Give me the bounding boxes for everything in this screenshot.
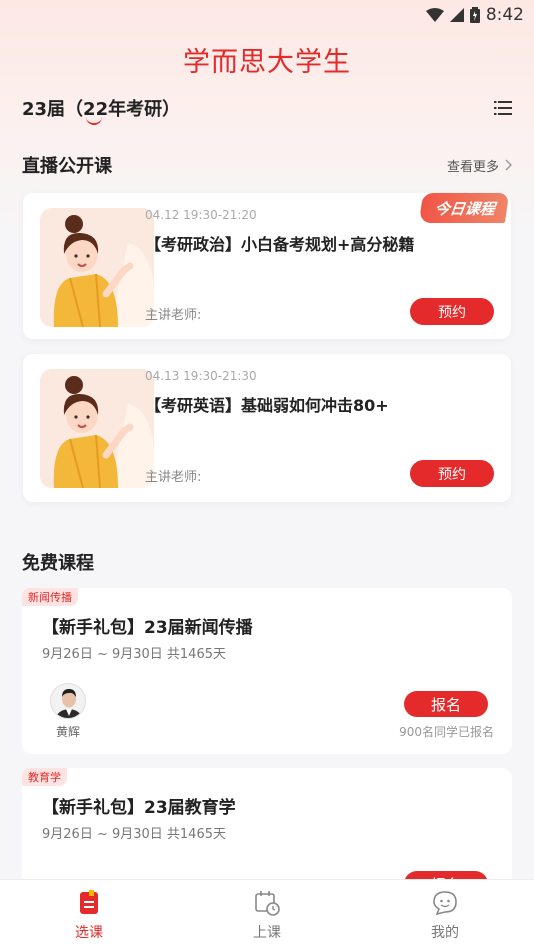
live-section-title: 直播公开课 — [22, 156, 112, 177]
live-course-title: 【考研英语】基础弱如何冲击80+ — [145, 396, 389, 415]
chevron-right-icon — [505, 159, 512, 171]
course-select-icon — [80, 890, 98, 914]
nav-label: 选课 — [75, 925, 103, 941]
nav-tab-mine[interactable]: 我的 — [385, 880, 505, 942]
free-course-title: 【新手礼包】23届教育学 — [42, 798, 236, 818]
chat-face-icon — [433, 891, 457, 916]
nav-label: 上课 — [253, 925, 281, 941]
live-course-time: 04.13 19:30-21:30 — [145, 369, 257, 383]
live-section-header: 直播公开课 查看更多 — [22, 152, 512, 178]
wifi-icon — [425, 8, 444, 22]
free-course-date: 9月26日 ~ 9月30日 共1465天 — [42, 647, 226, 662]
category-tag: 新闻传播 — [22, 588, 78, 606]
live-course-title: 【考研政治】小白备考规划+高分秘籍 — [145, 235, 415, 254]
teacher-name: 黄辉 — [56, 725, 81, 739]
avatar — [50, 683, 86, 719]
live-course-time: 04.12 19:30-21:20 — [145, 208, 257, 222]
nav-tab-course-select[interactable]: 选课 — [29, 880, 149, 942]
teacher-label: 主讲老师: — [145, 308, 202, 323]
signal-icon — [449, 8, 464, 22]
category-tag: 教育学 — [22, 768, 67, 786]
free-section-title: 免费课程 — [22, 553, 94, 574]
calendar-clock-icon — [255, 891, 280, 916]
teacher-illustration — [40, 369, 154, 488]
see-more-label: 查看更多 — [446, 159, 499, 175]
menu-icon[interactable] — [494, 100, 512, 116]
teacher-illustration — [40, 208, 154, 327]
free-course-card[interactable]: 新闻传播 【新手礼包】23届新闻传播 9月26日 ~ 9月30日 共1465天 … — [22, 588, 512, 754]
free-section-header: 免费课程 — [22, 549, 512, 575]
free-course-title: 【新手礼包】23届新闻传播 — [42, 618, 253, 638]
battery-icon — [469, 7, 480, 23]
today-course-badge: 今日课程 — [418, 193, 510, 223]
grade-selector[interactable]: 23届（22年考研） — [22, 95, 180, 125]
signup-count: 900名同学已报名 — [399, 725, 494, 739]
teacher-label: 主讲老师: — [145, 470, 202, 485]
nav-label: 我的 — [431, 925, 459, 941]
signup-button[interactable]: 报名 — [404, 691, 488, 717]
free-course-date: 9月26日 ~ 9月30日 共1465天 — [42, 827, 226, 842]
see-more-link[interactable]: 查看更多 — [447, 156, 512, 175]
reserve-button[interactable]: 预约 — [410, 460, 494, 487]
bottom-nav: 选课 上课 我的 — [0, 879, 534, 950]
live-course-card[interactable]: 04.12 19:30-21:20 【考研政治】小白备考规划+高分秘籍 主讲老师… — [23, 193, 511, 339]
reserve-button[interactable]: 预约 — [410, 298, 494, 325]
nav-tab-class[interactable]: 上课 — [207, 880, 327, 942]
status-time: 8:42 — [485, 5, 524, 25]
grade-row: 23届（22年考研） — [22, 93, 512, 125]
status-bar: 8:42 — [0, 0, 534, 30]
live-course-card[interactable]: 04.13 19:30-21:30 【考研英语】基础弱如何冲击80+ 主讲老师:… — [23, 354, 511, 502]
app-title: 学而思大学生 — [183, 47, 351, 78]
